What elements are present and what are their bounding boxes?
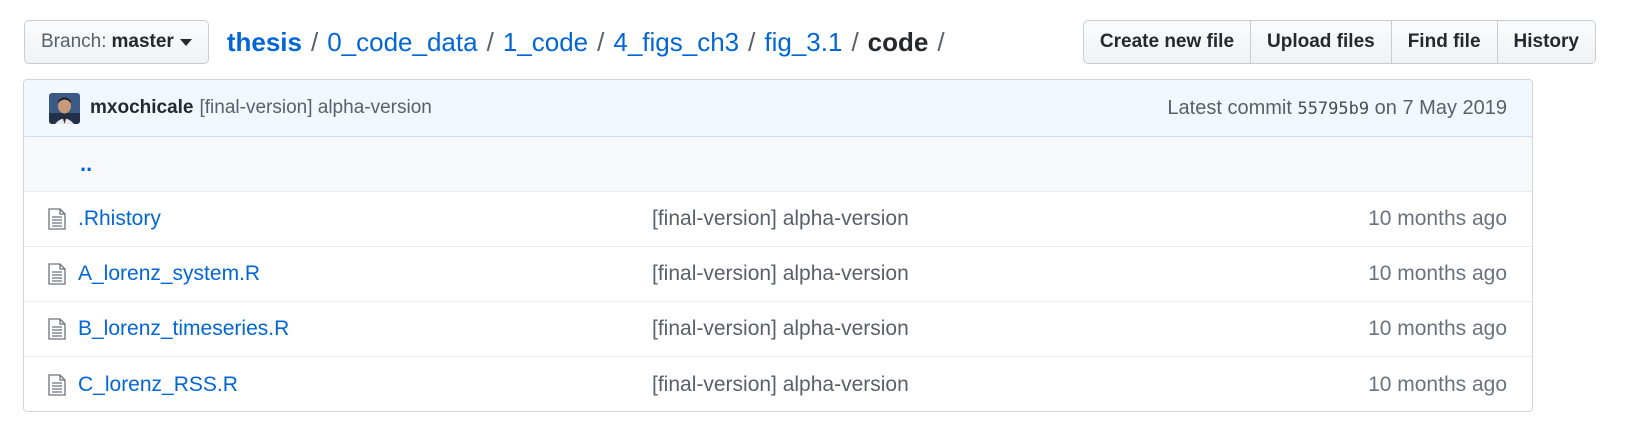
breadcrumb-separator: / (851, 26, 859, 57)
latest-commit-bar: mxochicale [final-version] alpha-version… (24, 80, 1532, 137)
latest-commit-label: Latest commit (1167, 96, 1292, 119)
file-name-link[interactable]: .Rhistory (78, 207, 652, 231)
parent-directory-link[interactable]: .. (80, 151, 92, 177)
file-age: 10 months ago (1368, 372, 1507, 396)
upload-files-button[interactable]: Upload files (1250, 20, 1392, 64)
breadcrumb-link-fig-3-1[interactable]: fig_3.1 (764, 27, 842, 58)
file-age: 10 months ago (1368, 262, 1507, 285)
parent-directory-row: .. (24, 137, 1532, 192)
breadcrumb-link-repo[interactable]: thesis (227, 27, 302, 58)
create-new-file-button[interactable]: Create new file (1082, 20, 1252, 64)
breadcrumb-current-dir: code (867, 26, 929, 57)
file-commit-message[interactable]: [final-version] alpha-version (652, 262, 909, 286)
file-actions-group: Create new file Upload files Find file H… (1082, 20, 1596, 64)
file-age: 10 months ago (1368, 317, 1507, 340)
file-name-link[interactable]: C_lorenz_RSS.R (78, 373, 652, 397)
file-row: .Rhistory [final-version] alpha-version … (24, 192, 1532, 247)
breadcrumb-separator: / (310, 26, 319, 57)
latest-commit-meta: Latest commit 55795b9 on 7 May 2019 (1167, 97, 1507, 120)
commit-author-link[interactable]: mxochicale (90, 97, 194, 119)
breadcrumb-separator: / (748, 26, 756, 57)
breadcrumb-link-1-code[interactable]: 1_code (503, 27, 588, 58)
file-icon (48, 208, 70, 230)
commit-date: on 7 May 2019 (1374, 96, 1507, 119)
file-name-link[interactable]: A_lorenz_system.R (78, 262, 652, 286)
breadcrumb-separator: / (486, 26, 494, 57)
file-row: C_lorenz_RSS.R [final-version] alpha-ver… (24, 357, 1532, 411)
caret-down-icon (179, 38, 192, 46)
breadcrumb-link-0-code-data[interactable]: 0_code_data (327, 27, 477, 58)
file-age: 10 months ago (1368, 207, 1507, 230)
file-navigator: mxochicale [final-version] alpha-version… (23, 79, 1533, 412)
avatar[interactable] (49, 92, 80, 124)
file-icon (48, 318, 70, 340)
breadcrumb-link-4-figs-ch3[interactable]: 4_figs_ch3 (613, 27, 739, 58)
branch-name: master (111, 31, 174, 52)
commit-message[interactable]: [final-version] alpha-version (200, 97, 432, 119)
file-icon (48, 373, 70, 396)
file-row: A_lorenz_system.R [final-version] alpha-… (24, 247, 1532, 302)
file-name-link[interactable]: B_lorenz_timeseries.R (78, 317, 652, 341)
repo-header: Branch: master thesis / 0_code_data / 1_… (24, 20, 1596, 64)
branch-select-button[interactable]: Branch: master (24, 20, 209, 64)
commit-sha-link[interactable]: 55795b9 (1297, 99, 1369, 119)
file-commit-message[interactable]: [final-version] alpha-version (652, 317, 909, 341)
find-file-button[interactable]: Find file (1390, 20, 1498, 64)
avatar-image (49, 92, 80, 124)
branch-prefix-label: Branch: (41, 31, 107, 52)
file-icon (48, 263, 70, 285)
file-commit-message[interactable]: [final-version] alpha-version (652, 373, 909, 397)
history-button[interactable]: History (1496, 20, 1596, 64)
file-row: B_lorenz_timeseries.R [final-version] al… (24, 302, 1532, 357)
breadcrumb: thesis / 0_code_data / 1_code / 4_figs_c… (227, 27, 954, 58)
breadcrumb-separator: / (597, 26, 605, 57)
file-commit-message[interactable]: [final-version] alpha-version (652, 207, 909, 231)
breadcrumb-separator: / (937, 26, 945, 57)
